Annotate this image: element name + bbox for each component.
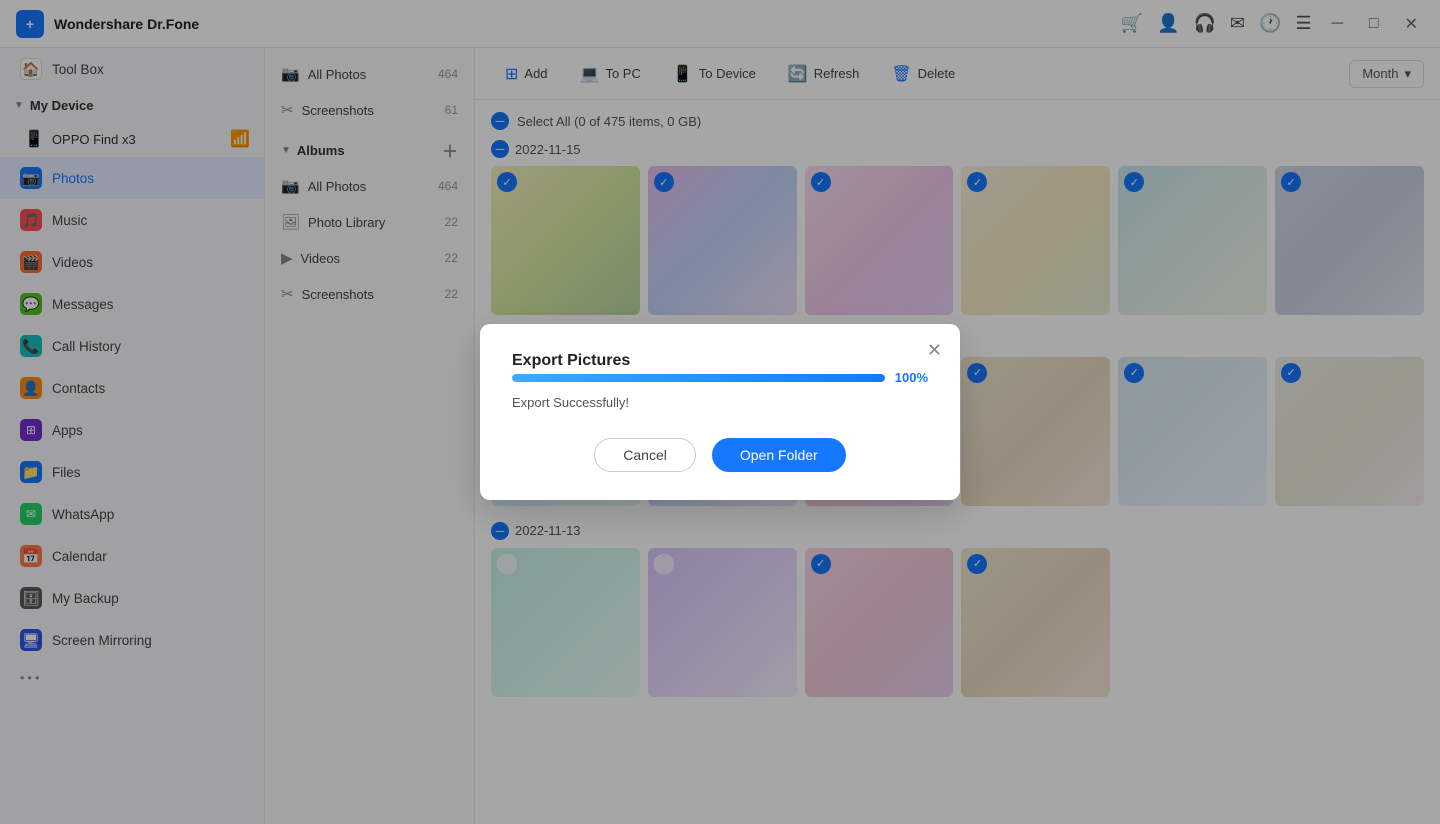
- progress-row: 100%: [512, 370, 928, 385]
- modal-close-button[interactable]: ✕: [927, 340, 942, 361]
- export-success-text: Export Successfully!: [512, 395, 928, 410]
- modal-overlay: Export Pictures ✕ 100% Export Successful…: [0, 0, 1440, 824]
- open-folder-button[interactable]: Open Folder: [712, 438, 846, 472]
- modal-title: Export Pictures: [512, 352, 630, 369]
- modal-actions: Cancel Open Folder: [512, 438, 928, 472]
- progress-bar-container: [512, 374, 885, 382]
- export-modal: Export Pictures ✕ 100% Export Successful…: [480, 324, 960, 500]
- progress-bar-fill: [512, 374, 885, 382]
- cancel-button[interactable]: Cancel: [594, 438, 696, 472]
- progress-pct: 100%: [895, 370, 928, 385]
